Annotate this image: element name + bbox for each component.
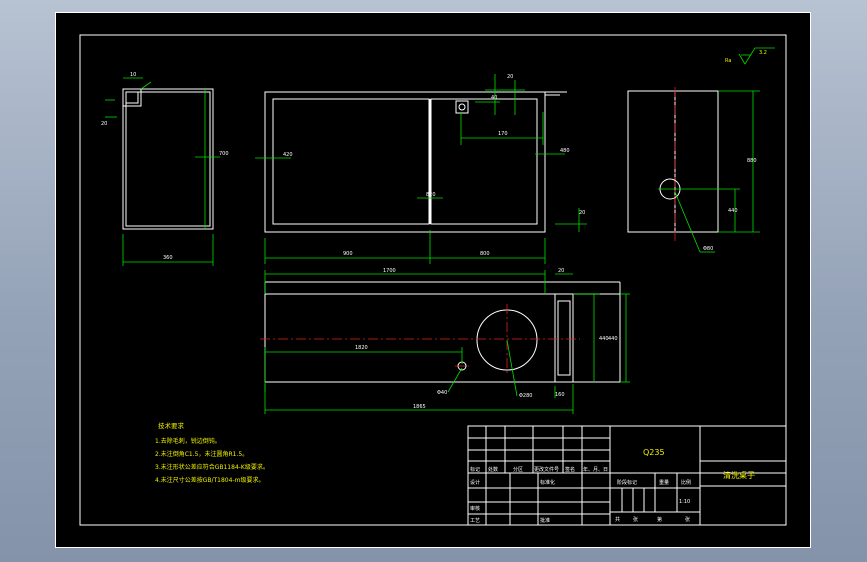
tb-page: 第 — [657, 516, 662, 523]
front-panel-left — [272, 98, 430, 225]
front-w2-dim: 800 — [480, 251, 490, 257]
tb-approve: 批准 — [540, 517, 550, 524]
side-view-outer — [122, 88, 214, 230]
front-h-dim: 420 — [283, 152, 293, 158]
material-label: Q235 — [643, 448, 665, 457]
end-h2-dim: 440 — [728, 208, 738, 214]
end-h-dim: 880 — [747, 158, 757, 164]
top-circle-dim: Φ280 — [519, 393, 532, 399]
top-w-dim: 440 — [608, 336, 618, 342]
side-height-dim: 700 — [219, 151, 229, 157]
tb-standard: 标准化 — [540, 479, 555, 486]
top-view-outer — [264, 293, 621, 383]
technical-notes: 技术要求 1.去除毛刺，锐边倒钝。 2.未注倒角C1.5，未注圆角R1.5。 3… — [155, 421, 269, 484]
notes-heading: 技术要求 — [158, 421, 185, 430]
side-left-dim: 20 — [101, 121, 107, 127]
side-view-inner — [125, 91, 211, 227]
title-block: Q235 清洗桌子 1:10 标记 处数 分区 更改文件号 签名 年、月、日 设… — [467, 425, 787, 526]
front-top-dim: 20 — [579, 210, 585, 216]
tb-weight: 重量 — [659, 479, 669, 486]
top-small-dim: 20 — [558, 268, 564, 274]
top-view: 1700 1820 1865 440 440 Φ280 Φ40 20 160 — [260, 268, 630, 414]
tb-process: 工艺 — [470, 518, 480, 524]
tb-stage-mark: 阶段标记 — [617, 479, 637, 486]
top-hole-dim: Φ40 — [437, 390, 447, 396]
front-w1-dim: 900 — [343, 251, 353, 257]
note-item-2: 2.未注倒角C1.5，未注圆角R1.5。 — [155, 450, 248, 458]
front-right-h-dim: 480 — [560, 148, 570, 154]
front-hole-square — [455, 100, 469, 114]
roughness-symbol: Ra 3.2 — [725, 47, 775, 65]
top-total-dim: 1865 — [413, 404, 426, 410]
tb-page-end: 张 — [685, 516, 690, 523]
end-hole-dim: Φ80 — [703, 246, 713, 252]
tb-mark: 标记 — [470, 466, 480, 473]
tb-design: 设计 — [470, 479, 480, 486]
top-right-dim: 160 — [555, 392, 565, 398]
front-view-outer — [264, 91, 546, 233]
tb-count: 处数 — [488, 466, 498, 473]
top-end-bar-inner — [557, 300, 571, 376]
tb-sheet: 张 — [633, 516, 638, 523]
part-name: 清洗桌子 — [723, 470, 755, 480]
front-hole-w-dim: 170 — [498, 131, 508, 137]
front-panel-right — [430, 98, 538, 225]
top-len2-dim: 1820 — [355, 345, 368, 351]
side-top-dim: 10 — [130, 72, 136, 78]
side-view: 360 700 10 20 — [101, 72, 229, 266]
front-hole-dim: 40 — [491, 95, 497, 101]
front-hole — [458, 103, 466, 111]
drawing-sheet: 360 700 10 20 900 800 420 820 20 40 170 … — [55, 12, 811, 548]
end-view: Φ80 880 440 Ra 3.2 — [627, 47, 775, 253]
front-h2-dim: 820 — [426, 192, 436, 198]
end-view-outer — [627, 90, 719, 233]
note-item-4: 4.未注尺寸公差按GB/T1804-m级要求。 — [155, 476, 264, 484]
tb-change-doc: 更改文件号 — [534, 466, 559, 473]
tb-zone: 分区 — [513, 466, 523, 473]
tb-scale-label: 比例 — [681, 479, 691, 486]
note-item-3: 3.未注形状公差应符合GB1184-K级要求。 — [155, 463, 269, 471]
tb-sign: 签名 — [565, 466, 575, 473]
roughness-prefix: Ra — [725, 58, 731, 64]
roughness-value: 3.2 — [759, 50, 767, 56]
scale-value: 1:10 — [679, 499, 690, 505]
front-small-top-dim: 20 — [507, 74, 513, 80]
top-len-dim: 1700 — [383, 268, 396, 274]
note-item-1: 1.去除毛刺，锐边倒钝。 — [155, 437, 221, 445]
tb-date: 年、月、日 — [583, 466, 608, 473]
cad-drawing: 360 700 10 20 900 800 420 820 20 40 170 … — [55, 12, 811, 548]
front-view: 900 800 420 820 20 40 170 480 20 — [255, 74, 587, 264]
side-width-dim: 360 — [163, 255, 173, 261]
tb-sheets: 共 — [615, 516, 620, 523]
tb-check: 审核 — [470, 505, 480, 512]
side-corner-tube-inner — [125, 91, 139, 104]
top-w2-dim: 440 — [599, 336, 609, 342]
